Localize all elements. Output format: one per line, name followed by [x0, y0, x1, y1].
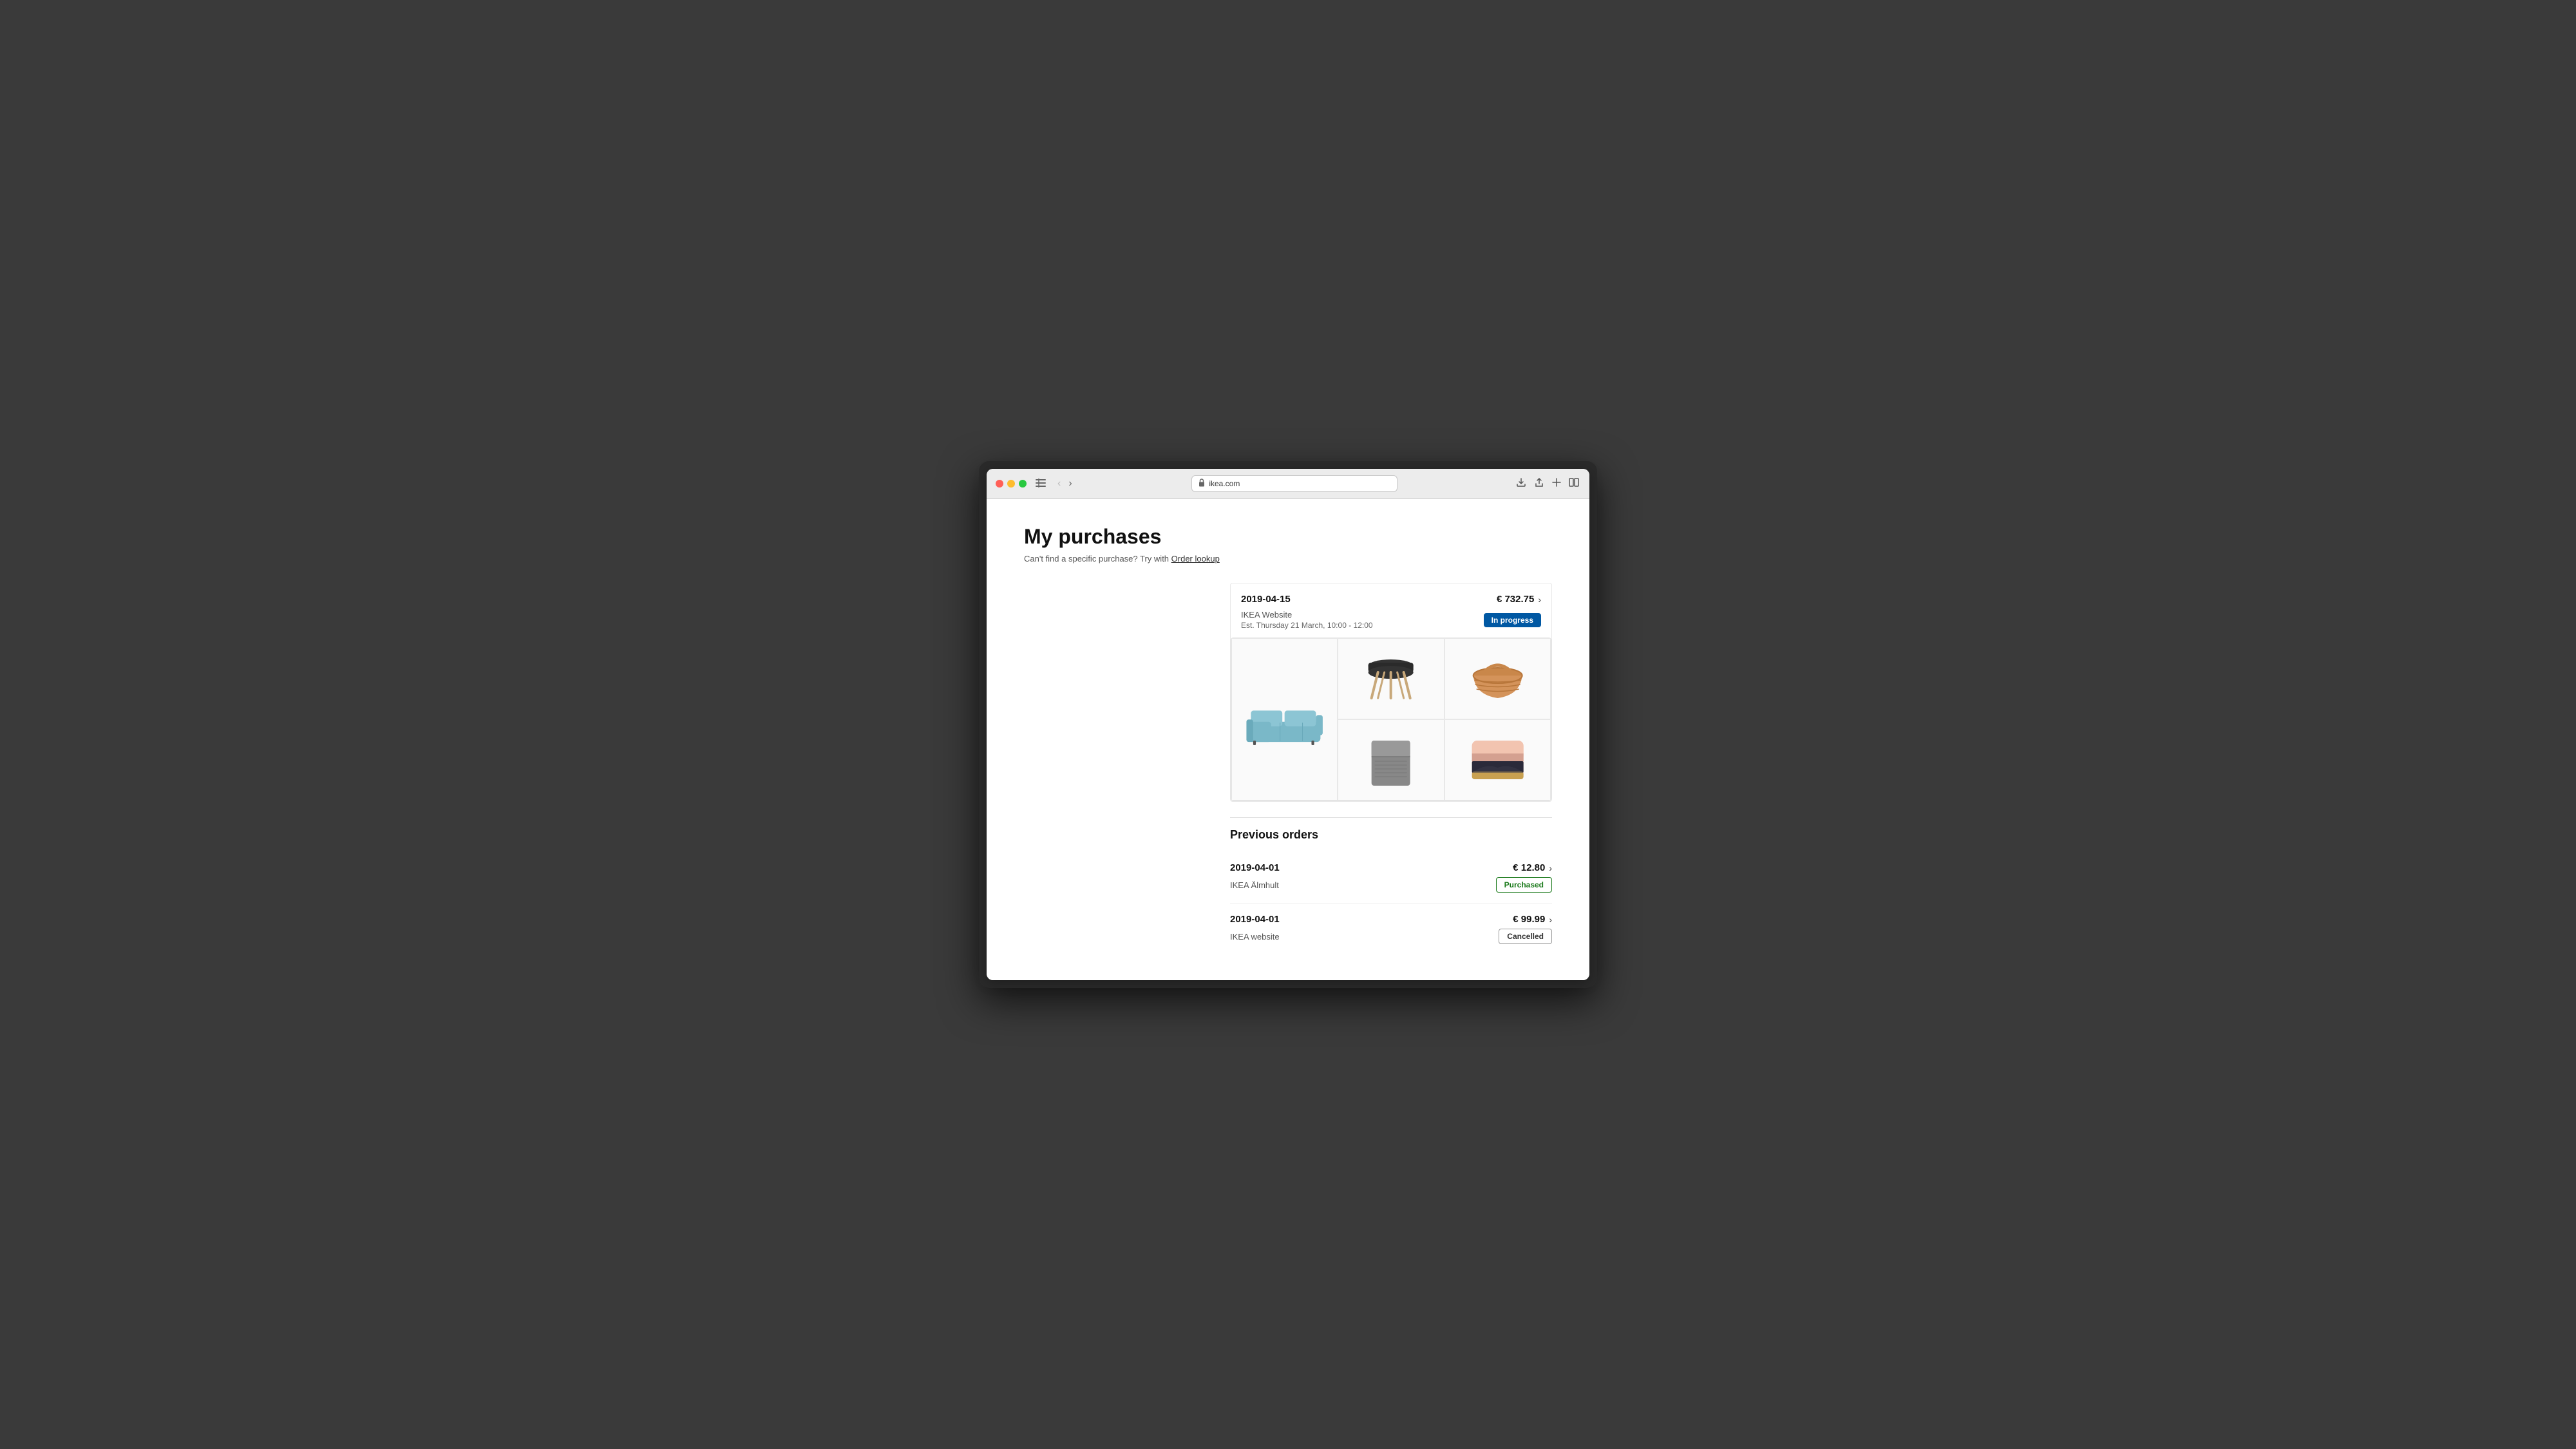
- current-order-date: 2019-04-15: [1241, 594, 1291, 605]
- current-order-card[interactable]: 2019-04-15 € 732.75 › IKEA Website: [1230, 583, 1552, 802]
- order-lookup-link[interactable]: Order lookup: [1171, 554, 1220, 564]
- section-divider: [1230, 817, 1552, 818]
- order-chevron-icon: ›: [1538, 594, 1541, 605]
- maximize-button[interactable]: [1019, 480, 1027, 488]
- share-button[interactable]: [1533, 476, 1546, 491]
- download-button[interactable]: [1515, 476, 1528, 491]
- tab-overview-button[interactable]: [1567, 477, 1580, 491]
- screen-wrapper: ‹ › ikea.com: [979, 461, 1597, 988]
- lock-icon: [1198, 478, 1205, 489]
- order-header: 2019-04-15 € 732.75 ›: [1241, 583, 1541, 610]
- current-order-price: € 732.75: [1497, 594, 1534, 605]
- product-cell-blanket: [1338, 719, 1444, 800]
- prev-order-price-0: € 12.80: [1513, 862, 1545, 873]
- prev-order-source-0: IKEA Älmhult: [1230, 880, 1279, 890]
- previous-order-row-0[interactable]: 2019-04-01 € 12.80 › IKEA Älmhult Purcha…: [1230, 852, 1552, 904]
- basket-image: [1453, 647, 1542, 711]
- side-table-image: [1346, 647, 1435, 711]
- prev-order-status-badge-1: Cancelled: [1499, 929, 1552, 944]
- url-text: ikea.com: [1209, 479, 1240, 488]
- prev-order-chevron-1: ›: [1549, 914, 1552, 925]
- order-price-row: € 732.75 ›: [1497, 594, 1541, 605]
- subtitle: Can't find a specific purchase? Try with…: [1024, 554, 1552, 564]
- prev-order-price-1: € 99.99: [1513, 914, 1545, 925]
- left-panel: [1024, 583, 1204, 954]
- current-order-estimated: Est. Thursday 21 March, 10:00 - 12:00: [1241, 621, 1373, 630]
- prev-order-date-1: 2019-04-01: [1230, 914, 1280, 925]
- page-inner: My purchases Can't find a specific purch…: [998, 525, 1578, 954]
- page-content: My purchases Can't find a specific purch…: [987, 499, 1589, 980]
- new-tab-button[interactable]: [1551, 477, 1562, 491]
- prev-order-chevron-0: ›: [1549, 863, 1552, 873]
- prev-order-source-1: IKEA website: [1230, 932, 1280, 942]
- previous-orders-title: Previous orders: [1230, 828, 1552, 842]
- pillow-image: [1453, 728, 1542, 792]
- browser-window: ‹ › ikea.com: [987, 469, 1589, 980]
- prev-order-date-0: 2019-04-01: [1230, 862, 1280, 873]
- back-button[interactable]: ‹: [1055, 477, 1063, 491]
- subtitle-text: Can't find a specific purchase? Try with: [1024, 554, 1171, 564]
- sofa-image: [1240, 690, 1329, 749]
- order-meta: IKEA Website Est. Thursday 21 March, 10:…: [1241, 610, 1541, 638]
- product-cell-basket: [1444, 638, 1551, 719]
- prev-order-price-row-1: € 99.99 ›: [1513, 914, 1552, 925]
- po-bottom-0: IKEA Älmhult Purchased: [1230, 877, 1552, 893]
- right-panel: 2019-04-15 € 732.75 › IKEA Website: [1230, 583, 1552, 954]
- order-source-block: IKEA Website Est. Thursday 21 March, 10:…: [1241, 610, 1373, 630]
- prev-order-price-row-0: € 12.80 ›: [1513, 862, 1552, 873]
- prev-order-status-badge-0: Purchased: [1496, 877, 1552, 893]
- current-order-status-badge: In progress: [1484, 613, 1541, 627]
- current-order-source: IKEA Website: [1241, 610, 1373, 620]
- previous-order-row-1[interactable]: 2019-04-01 € 99.99 › IKEA website Cancel…: [1230, 904, 1552, 954]
- page-title: My purchases: [1024, 525, 1552, 549]
- blanket-image: [1346, 728, 1435, 792]
- product-grid: [1231, 638, 1551, 801]
- po-top-0: 2019-04-01 € 12.80 ›: [1230, 862, 1552, 873]
- address-bar[interactable]: ikea.com: [1191, 475, 1397, 492]
- nav-buttons: ‹ ›: [1055, 477, 1075, 491]
- product-cell-pillow: [1444, 719, 1551, 800]
- browser-chrome: ‹ › ikea.com: [987, 469, 1589, 499]
- main-layout: 2019-04-15 € 732.75 › IKEA Website: [1024, 583, 1552, 954]
- address-bar-container: ikea.com: [1081, 475, 1508, 492]
- product-cell-sofa: [1231, 638, 1338, 800]
- browser-actions: [1515, 476, 1580, 491]
- product-cell-table: [1338, 638, 1444, 719]
- close-button[interactable]: [996, 480, 1003, 488]
- po-bottom-1: IKEA website Cancelled: [1230, 929, 1552, 944]
- sidebar-toggle-button[interactable]: [1033, 477, 1048, 491]
- traffic-lights: [996, 480, 1027, 488]
- po-top-1: 2019-04-01 € 99.99 ›: [1230, 914, 1552, 925]
- forward-button[interactable]: ›: [1066, 477, 1074, 491]
- minimize-button[interactable]: [1007, 480, 1015, 488]
